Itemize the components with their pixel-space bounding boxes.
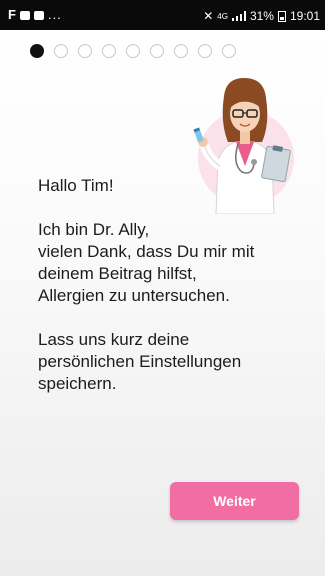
welcome-message: Hallo Tim! Ich bin Dr. Ally, vielen Dank… (38, 175, 308, 417)
progress-step-dot (126, 44, 140, 58)
system-icons: ✕ 4G 31% 19:01 (203, 9, 320, 23)
progress-step-dot (198, 44, 212, 58)
mute-icon: ✕ (203, 9, 214, 23)
progress-step-dot (54, 44, 68, 58)
notification-f-icon: F (8, 7, 16, 22)
gallery-icon (19, 10, 30, 20)
progress-step-dot (222, 44, 236, 58)
intro-text: Ich bin Dr. Ally, vielen Dank, dass Du m… (38, 220, 255, 305)
more-notifications-indicator: ... (47, 7, 62, 22)
next-button[interactable]: Weiter (170, 482, 299, 520)
step-progress-indicator (30, 44, 236, 58)
progress-step-dot (78, 44, 92, 58)
progress-step-dot (30, 44, 44, 58)
network-type: 4G (217, 11, 228, 21)
notification-icons: F ... (8, 7, 62, 22)
signal-icon (231, 11, 246, 21)
request-text: Lass uns kurz deine persönlichen Einstel… (38, 330, 242, 393)
status-bar: F ... ✕ 4G 31% 19:01 (0, 0, 325, 30)
battery-icon (277, 10, 286, 22)
gallery-icon (33, 10, 44, 20)
onboarding-screen: Hallo Tim! Ich bin Dr. Ally, vielen Dank… (0, 30, 325, 576)
clock: 19:01 (289, 9, 320, 23)
progress-step-dot (174, 44, 188, 58)
progress-step-dot (102, 44, 116, 58)
progress-step-dot (150, 44, 164, 58)
battery-percent: 31% (249, 9, 274, 23)
greeting-text: Hallo Tim! (38, 176, 114, 195)
